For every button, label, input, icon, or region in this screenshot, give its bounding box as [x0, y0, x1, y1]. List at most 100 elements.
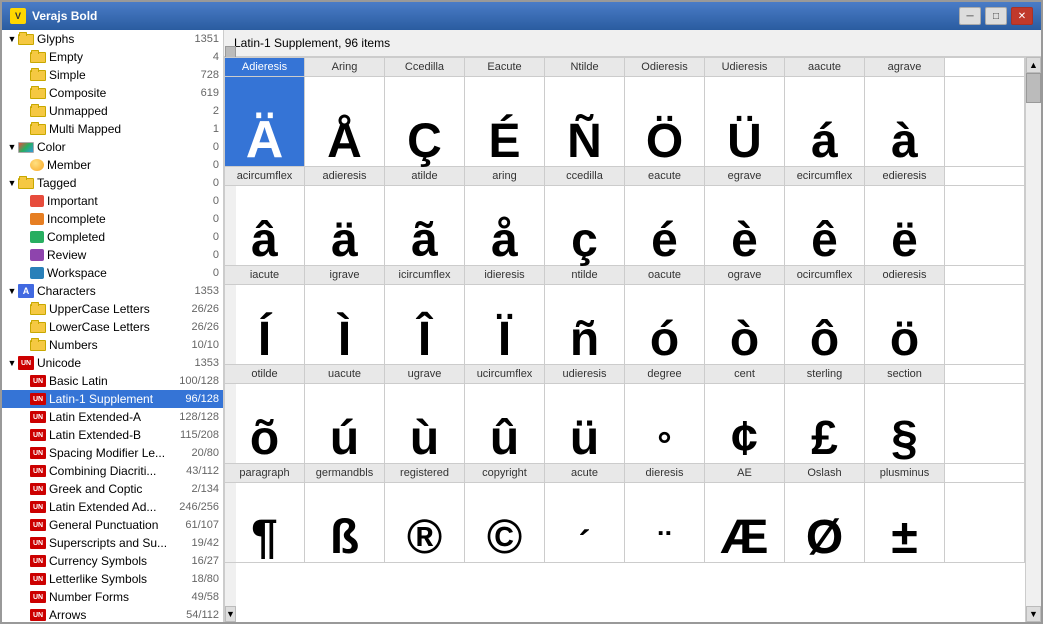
- sidebar-item-numberforms[interactable]: UN Number Forms 49/58: [2, 588, 223, 606]
- sidebar-item-empty[interactable]: Empty 4: [2, 48, 223, 66]
- glyph-cell-paragraph[interactable]: ¶: [225, 483, 305, 563]
- glyph-cell-adieresis[interactable]: Ä: [225, 77, 305, 167]
- main-content: ▼ Glyphs 1351 Empty 4 Simple 728: [2, 30, 1041, 622]
- sidebar-item-color[interactable]: ▼ Color 0: [2, 138, 223, 156]
- sidebar-item-superscripts[interactable]: UN Superscripts and Su... 19/42: [2, 534, 223, 552]
- glyph-cell-section[interactable]: §: [865, 384, 945, 464]
- sidebar-item-glyphs[interactable]: ▼ Glyphs 1351: [2, 30, 223, 48]
- spacer: [18, 213, 30, 225]
- glyph-cell-iacute[interactable]: Í: [225, 285, 305, 365]
- glyph-cell-registered[interactable]: ®: [385, 483, 465, 563]
- glyph-cell-ecircumflex[interactable]: ê: [785, 186, 865, 266]
- glyph-cell-ccedilla[interactable]: Ç: [385, 77, 465, 167]
- sidebar-item-genpunct[interactable]: UN General Punctuation 61/107: [2, 516, 223, 534]
- sidebar-item-multimapped[interactable]: Multi Mapped 1: [2, 120, 223, 138]
- glyph-cell-sterling[interactable]: £: [785, 384, 865, 464]
- glyph-cell-acute[interactable]: ´: [545, 483, 625, 563]
- glyph-cell-adieresis2[interactable]: ä: [305, 186, 385, 266]
- glyph-header-cent: cent: [705, 365, 785, 384]
- sidebar-item-uppercase[interactable]: UpperCase Letters 26/26: [2, 300, 223, 318]
- sidebar-item-composite[interactable]: Composite 619: [2, 84, 223, 102]
- sidebar-item-tagged[interactable]: ▼ Tagged 0: [2, 174, 223, 192]
- panel-scroll-thumb[interactable]: [1026, 73, 1041, 103]
- glyph-cell-cent[interactable]: ¢: [705, 384, 785, 464]
- sidebar-item-combdiac[interactable]: UN Combining Diacriti... 43/112: [2, 462, 223, 480]
- sidebar-count: 61/107: [185, 519, 219, 531]
- glyph-cell-edieresis[interactable]: ë: [865, 186, 945, 266]
- glyph-cell-atilde[interactable]: ã: [385, 186, 465, 266]
- sidebar-item-spacingmod[interactable]: UN Spacing Modifier Le... 20/80: [2, 444, 223, 462]
- glyph-cell-ntilde2[interactable]: ñ: [545, 285, 625, 365]
- glyph-cell-ccedilla2[interactable]: ç: [545, 186, 625, 266]
- glyph-cell-oacute[interactable]: ó: [625, 285, 705, 365]
- sidebar-item-arrows[interactable]: UN Arrows 54/112: [2, 606, 223, 622]
- glyph-cell-copyright[interactable]: ©: [465, 483, 545, 563]
- glyph-cell-eacute2[interactable]: é: [625, 186, 705, 266]
- sidebar-item-latinextB[interactable]: UN Latin Extended-B 115/208: [2, 426, 223, 444]
- glyph-cell-germandbls[interactable]: ß: [305, 483, 385, 563]
- glyph-char: ´: [579, 522, 591, 562]
- sidebar-item-characters[interactable]: ▼ A Characters 1353: [2, 282, 223, 300]
- sidebar-item-incomplete[interactable]: Incomplete 0: [2, 210, 223, 228]
- sidebar-item-currency[interactable]: UN Currency Symbols 16/27: [2, 552, 223, 570]
- glyph-cell-udieresis2[interactable]: ü: [545, 384, 625, 464]
- sidebar-item-latinextad[interactable]: UN Latin Extended Ad... 246/256: [2, 498, 223, 516]
- glyph-cell-ograve[interactable]: ò: [705, 285, 785, 365]
- glyph-cell-aring2[interactable]: å: [465, 186, 545, 266]
- close-button[interactable]: ✕: [1011, 7, 1033, 25]
- glyph-cell-acircumflex[interactable]: â: [225, 186, 305, 266]
- minimize-button[interactable]: ─: [959, 7, 981, 25]
- expand-icon: ▼: [6, 33, 18, 45]
- sidebar-item-member[interactable]: Member 0: [2, 156, 223, 174]
- sidebar-item-numbers[interactable]: Numbers 10/10: [2, 336, 223, 354]
- glyph-cell-dieresis[interactable]: ¨: [625, 483, 705, 563]
- sidebar-label: Combining Diacriti...: [49, 464, 186, 478]
- sidebar-item-basiclatin[interactable]: UN Basic Latin 100/128: [2, 372, 223, 390]
- sidebar-count: 128/128: [179, 411, 219, 423]
- glyph-cell-uacute[interactable]: ú: [305, 384, 385, 464]
- glyph-cell-degree[interactable]: °: [625, 384, 705, 464]
- glyph-cell-ugrave[interactable]: ù: [385, 384, 465, 464]
- glyph-header-adieresis2: adieresis: [305, 167, 385, 186]
- glyph-cell-egrave[interactable]: è: [705, 186, 785, 266]
- glyph-char: ®: [407, 510, 442, 562]
- glyph-cell-udieresis[interactable]: Ü: [705, 77, 785, 167]
- sidebar-label: Superscripts and Su...: [49, 536, 191, 550]
- glyph-cell-ntilde[interactable]: Ñ: [545, 77, 625, 167]
- sidebar-count: 0: [213, 159, 219, 171]
- glyph-cell-idieresis[interactable]: Ï: [465, 285, 545, 365]
- glyph-grid-container[interactable]: Adieresis Aring Ccedilla Eacute Ntilde O…: [224, 57, 1025, 622]
- sidebar-item-important[interactable]: Important 0: [2, 192, 223, 210]
- sidebar-item-unicode[interactable]: ▼ UN Unicode 1353: [2, 354, 223, 372]
- glyph-cell-plusminus[interactable]: ±: [865, 483, 945, 563]
- glyph-cell-igrave[interactable]: Ì: [305, 285, 385, 365]
- glyph-cell-odieresis2[interactable]: ö: [865, 285, 945, 365]
- glyph-cell-aacute[interactable]: á: [785, 77, 865, 167]
- glyph-cell-eacute[interactable]: É: [465, 77, 545, 167]
- glyph-cell-ucircumflex[interactable]: û: [465, 384, 545, 464]
- sidebar-item-simple[interactable]: Simple 728: [2, 66, 223, 84]
- sidebar-item-workspace[interactable]: Workspace 0: [2, 264, 223, 282]
- panel-scroll-up[interactable]: ▲: [1026, 57, 1041, 73]
- glyph-char: ê: [811, 213, 838, 265]
- sidebar-item-lowercase[interactable]: LowerCase Letters 26/26: [2, 318, 223, 336]
- sidebar-item-latinextA[interactable]: UN Latin Extended-A 128/128: [2, 408, 223, 426]
- panel-scroll-down[interactable]: ▼: [1026, 606, 1041, 622]
- glyph-cell-ocircumflex[interactable]: ô: [785, 285, 865, 365]
- glyph-cell-oslash[interactable]: Ø: [785, 483, 865, 563]
- glyph-header-icircumflex: icircumflex: [385, 266, 465, 285]
- glyph-cell-icircumflex[interactable]: Î: [385, 285, 465, 365]
- sidebar-item-completed[interactable]: Completed 0: [2, 228, 223, 246]
- sidebar-item-greekcoptic[interactable]: UN Greek and Coptic 2/134: [2, 480, 223, 498]
- glyph-cell-aring[interactable]: Å: [305, 77, 385, 167]
- glyph-cell-odieresis[interactable]: Ö: [625, 77, 705, 167]
- sidebar-item-unmapped[interactable]: Unmapped 2: [2, 102, 223, 120]
- glyph-cell-agrave[interactable]: à: [865, 77, 945, 167]
- glyph-cell-otilde[interactable]: õ: [225, 384, 305, 464]
- maximize-button[interactable]: □: [985, 7, 1007, 25]
- glyph-char: õ: [250, 411, 279, 463]
- sidebar-item-latin1supp[interactable]: UN Latin-1 Supplement 96/128: [2, 390, 223, 408]
- sidebar-item-letterlike[interactable]: UN Letterlike Symbols 18/80: [2, 570, 223, 588]
- glyph-cell-ae[interactable]: Æ: [705, 483, 785, 563]
- sidebar-item-review[interactable]: Review 0: [2, 246, 223, 264]
